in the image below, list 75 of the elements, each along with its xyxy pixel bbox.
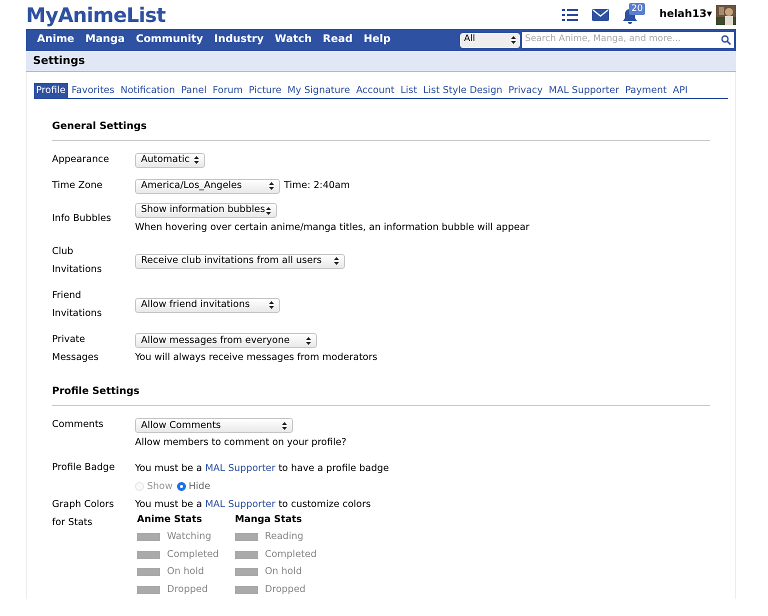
- stats-heading: Manga Stats: [234, 513, 303, 528]
- status-label: Watching: [167, 530, 212, 544]
- updown-icon: [269, 301, 274, 310]
- section-title: Profile Settings: [52, 386, 140, 398]
- setting-label: Info Bubbles: [52, 212, 112, 226]
- nav-link[interactable]: Industry: [210, 32, 268, 48]
- updown-icon: [269, 182, 274, 190]
- dropdown[interactable]: Automatic: [135, 152, 205, 168]
- updown-icon: [334, 257, 339, 266]
- search-icon[interactable]: [721, 35, 731, 45]
- tab[interactable]: My Signature: [285, 83, 352, 98]
- dropdown[interactable]: Allow messages from everyone: [135, 333, 317, 348]
- updown-icon: [306, 336, 311, 345]
- nav-link[interactable]: Read: [318, 32, 357, 48]
- nav-link[interactable]: Anime: [33, 32, 78, 48]
- list-icon[interactable]: [562, 8, 578, 20]
- setting-label: Appearance: [52, 153, 110, 167]
- hint-text: When hovering over certain anime/manga titles, an information bubble will appear: [135, 221, 530, 235]
- tab[interactable]: List Style Design: [421, 83, 504, 98]
- radio-option[interactable]: Hide: [176, 480, 210, 494]
- tab[interactable]: Notification: [118, 83, 177, 98]
- notification-badge: 20: [629, 2, 645, 14]
- supporter-notice: You must be a MAL Supporter to have a profile badge: [135, 462, 389, 476]
- tab[interactable]: Forum: [210, 83, 245, 98]
- status-label: Reading: [264, 530, 304, 544]
- dropdown[interactable]: America/Los_Angeles: [135, 178, 280, 194]
- setting-label: Private Messages: [52, 333, 100, 366]
- mail-icon[interactable]: [592, 8, 610, 20]
- setting-label: Friend Invitations: [52, 289, 103, 322]
- tab[interactable]: Privacy: [506, 83, 545, 98]
- logo[interactable]: MyAnimeList: [26, 0, 166, 30]
- dropdown[interactable]: Allow friend invitations: [135, 298, 280, 313]
- tab[interactable]: Panel: [178, 83, 209, 98]
- dropdown[interactable]: Show information bubbles: [135, 203, 277, 218]
- status-label: On hold: [264, 565, 302, 580]
- supporter-notice: You must be a MAL Supporter to customize colors: [135, 498, 371, 512]
- setting-label: Club Invitations: [52, 245, 103, 278]
- dropdown[interactable]: Receive club invitations from all users: [135, 254, 345, 269]
- tab[interactable]: Account: [354, 83, 396, 98]
- search-field[interactable]: Search Anime, Manga, and more...: [522, 32, 734, 48]
- time-text: Time: 2:40am: [284, 178, 350, 193]
- tab[interactable]: Profile: [34, 83, 68, 98]
- username[interactable]: helah13▾: [659, 6, 712, 22]
- tab[interactable]: List: [398, 83, 420, 98]
- tab[interactable]: API: [670, 83, 690, 98]
- section-title: General Settings: [52, 121, 147, 132]
- setting-label: Profile Badge: [52, 460, 116, 474]
- updown-icon: [266, 206, 271, 214]
- status-label: Completed: [264, 548, 317, 562]
- tab[interactable]: Payment: [623, 83, 669, 98]
- tab[interactable]: Picture: [246, 83, 284, 98]
- hint-text: Allow members to comment on your profile?: [135, 436, 346, 450]
- status-label: Completed: [167, 548, 219, 562]
- tab[interactable]: Favorites: [70, 83, 116, 98]
- setting-label: Graph Colors for Stats: [52, 498, 115, 530]
- status-label: Dropped: [167, 582, 208, 597]
- updown-icon: [511, 36, 516, 44]
- setting-label: Time Zone: [52, 179, 104, 193]
- page-title: Settings: [33, 52, 85, 69]
- updown-icon: [194, 156, 199, 164]
- nav-link[interactable]: Community: [132, 32, 208, 48]
- tab[interactable]: MAL Supporter: [546, 83, 622, 98]
- search-scope-dropdown[interactable]: All: [460, 32, 520, 48]
- stats-heading: Anime Stats: [137, 513, 204, 528]
- nav-link[interactable]: Help: [360, 32, 395, 48]
- setting-label: Comments: [52, 418, 104, 432]
- nav-link[interactable]: Manga: [81, 32, 129, 48]
- status-label: Dropped: [264, 582, 306, 597]
- radio-button[interactable]: [176, 482, 186, 492]
- updown-icon: [282, 422, 287, 430]
- hint-text: You will always receive messages from moderators: [135, 351, 378, 366]
- nav-link[interactable]: Watch: [270, 32, 316, 48]
- supporter-link[interactable]: MAL Supporter: [205, 462, 276, 474]
- dropdown[interactable]: Allow Comments: [135, 418, 293, 434]
- status-label: On hold: [167, 565, 204, 580]
